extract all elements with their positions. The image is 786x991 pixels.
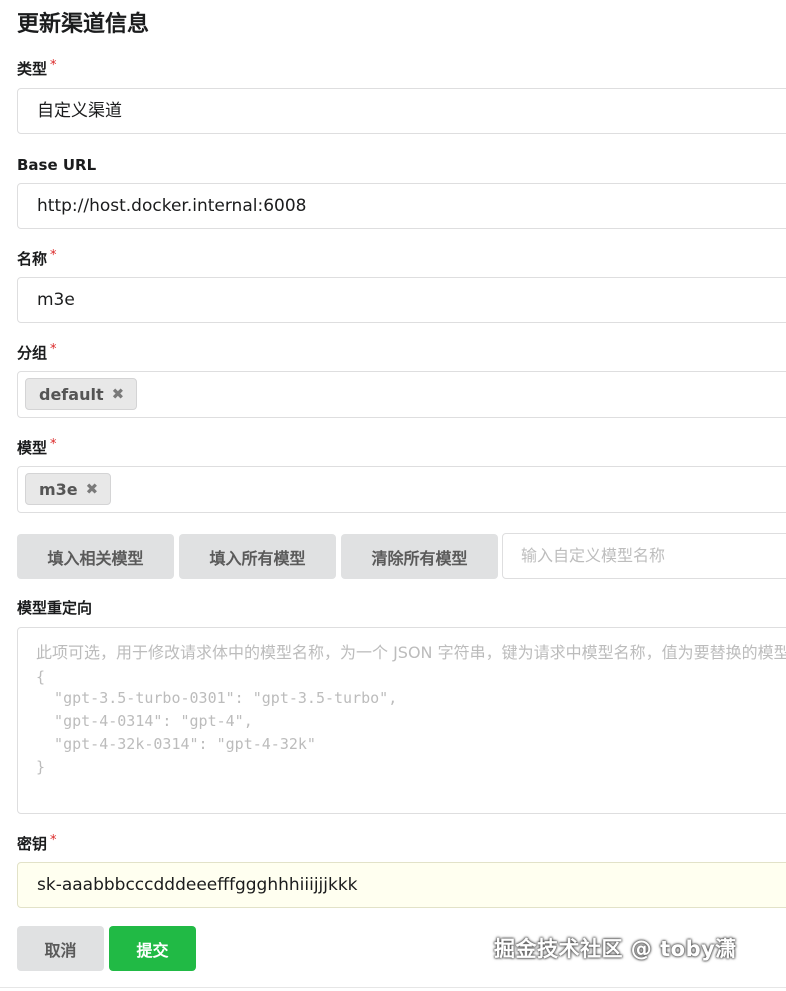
model-chip-m3e: m3e ✖ — [25, 473, 112, 505]
base-url-input[interactable]: http://host.docker.internal:6008 — [17, 183, 786, 229]
type-label-text: 类型 — [17, 60, 48, 78]
model-mapping-placeholder-line: } — [36, 758, 46, 776]
name-input[interactable]: m3e — [17, 277, 786, 323]
submit-button[interactable]: 提交 — [109, 926, 196, 971]
close-icon[interactable]: ✖ — [86, 480, 99, 498]
key-label: 密钥 * — [17, 833, 57, 857]
model-chip-label: m3e — [39, 479, 78, 499]
bottom-divider — [0, 987, 786, 988]
group-chip-label: default — [39, 384, 104, 404]
page-title: 更新渠道信息 — [17, 12, 150, 37]
required-mark: * — [50, 833, 57, 848]
model-mapping-label: 模型重定向 — [17, 597, 92, 619]
model-multiselect[interactable]: m3e ✖ — [17, 466, 786, 513]
key-input[interactable]: sk-aaabbbcccdddeeefffggghhhiiijjjkkk — [17, 862, 786, 908]
required-mark: * — [50, 342, 57, 357]
required-mark: * — [50, 437, 57, 452]
model-mapping-placeholder-line: "gpt-3.5-turbo-0301": "gpt-3.5-turbo", — [36, 689, 398, 707]
custom-model-placeholder: 输入自定义模型名称 — [521, 546, 666, 565]
name-label-text: 名称 — [17, 250, 48, 268]
base-url-value: http://host.docker.internal:6008 — [37, 196, 307, 216]
type-label: 类型 * — [17, 58, 57, 82]
fill-all-models-button[interactable]: 填入所有模型 — [179, 534, 336, 579]
close-icon[interactable]: ✖ — [112, 385, 125, 403]
model-mapping-placeholder-line: 此项可选，用于修改请求体中的模型名称，为一个 JSON 字符串，键为请求中模型名… — [36, 643, 786, 662]
model-mapping-placeholder-line: "gpt-4-0314": "gpt-4", — [36, 712, 253, 730]
key-value: sk-aaabbbcccdddeeefffggghhhiiijjjkkk — [37, 875, 358, 895]
base-url-label-text: Base URL — [17, 156, 97, 174]
type-select-value: 自定义渠道 — [37, 101, 122, 121]
name-label: 名称 * — [17, 248, 57, 272]
key-label-text: 密钥 — [17, 835, 48, 853]
custom-model-input[interactable]: 输入自定义模型名称 — [502, 533, 786, 579]
model-label: 模型 * — [17, 437, 57, 461]
group-multiselect[interactable]: default ✖ — [17, 371, 786, 418]
model-label-text: 模型 — [17, 439, 48, 457]
name-value: m3e — [37, 290, 75, 310]
watermark: 掘金技术社区 @ toby潇 — [494, 937, 737, 961]
clear-all-models-button[interactable]: 清除所有模型 — [341, 534, 498, 579]
model-mapping-placeholder-line: { — [36, 668, 46, 686]
base-url-label: Base URL — [17, 154, 96, 176]
group-label: 分组 * — [17, 342, 57, 366]
model-mapping-textarea[interactable]: 此项可选，用于修改请求体中的模型名称，为一个 JSON 字符串，键为请求中模型名… — [17, 627, 786, 814]
cancel-button[interactable]: 取消 — [17, 926, 104, 971]
required-mark: * — [50, 248, 57, 263]
model-mapping-label-text: 模型重定向 — [17, 599, 93, 617]
model-mapping-placeholder-line: "gpt-4-32k-0314": "gpt-4-32k" — [36, 735, 316, 753]
group-chip-default: default ✖ — [25, 378, 138, 410]
fill-related-models-button[interactable]: 填入相关模型 — [17, 534, 174, 579]
type-select[interactable]: 自定义渠道 — [17, 88, 786, 134]
group-label-text: 分组 — [17, 344, 48, 362]
required-mark: * — [50, 58, 57, 73]
